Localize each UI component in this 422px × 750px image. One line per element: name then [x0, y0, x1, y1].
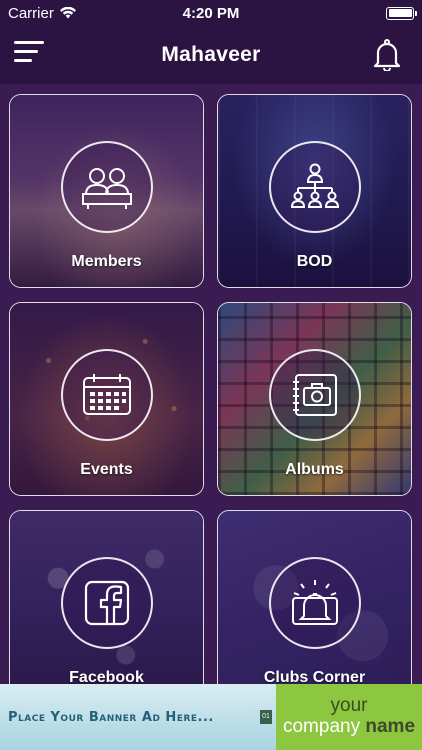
- banner-badge: 01: [260, 710, 272, 724]
- tile-icon-circle: [60, 557, 153, 650]
- menu-grid: Members BOD Events Albums Facebook Clubs…: [0, 84, 422, 704]
- tile-facebook[interactable]: Facebook: [9, 510, 204, 704]
- banner-company-text: company name: [282, 716, 416, 737]
- page-title: Mahaveer: [161, 43, 261, 66]
- tile-albums[interactable]: Albums: [217, 302, 412, 496]
- menu-line-icon: [14, 41, 44, 44]
- hamburger-menu-button[interactable]: [14, 41, 48, 69]
- alarm-bell-icon: [291, 580, 338, 626]
- tile-icon-circle: [60, 349, 153, 442]
- tile-label: Members: [71, 253, 142, 270]
- tile-members[interactable]: Members: [9, 94, 204, 288]
- carrier-label: Carrier: [8, 4, 54, 22]
- tile-icon-circle: [268, 557, 361, 650]
- tile-icon-circle: [60, 141, 153, 234]
- wifi-icon: [59, 7, 76, 19]
- tile-clubs-corner[interactable]: Clubs Corner: [217, 510, 412, 704]
- notification-bell-button[interactable]: [372, 39, 402, 72]
- status-bar: Carrier 4:20 PM: [0, 0, 422, 26]
- members-icon: [81, 168, 132, 210]
- banner-your-text: your: [330, 695, 368, 717]
- menu-line-icon: [14, 50, 38, 53]
- tile-icon-circle: [268, 141, 361, 234]
- tile-icon-circle: [268, 349, 361, 442]
- org-chart-icon: [290, 163, 339, 209]
- tile-label: Albums: [285, 461, 344, 478]
- status-left: Carrier: [8, 5, 76, 22]
- tile-label: Events: [80, 461, 133, 478]
- banner-ad[interactable]: Place Your Banner Ad Here... 01 your com…: [0, 684, 422, 750]
- banner-ad-text: Place Your Banner Ad Here...: [8, 709, 214, 725]
- camera-icon: [292, 374, 337, 417]
- calendar-icon: [82, 374, 131, 416]
- tile-bod[interactable]: BOD: [217, 94, 412, 288]
- tile-events[interactable]: Events: [9, 302, 204, 496]
- app-header: Mahaveer: [0, 26, 422, 84]
- battery-icon: [386, 6, 417, 20]
- banner-ad-right: your company name: [276, 684, 422, 750]
- facebook-icon: [84, 581, 129, 626]
- tile-label: BOD: [296, 253, 333, 270]
- bell-icon: [373, 39, 401, 72]
- menu-line-icon: [14, 59, 32, 62]
- banner-ad-left: Place Your Banner Ad Here... 01: [0, 684, 276, 750]
